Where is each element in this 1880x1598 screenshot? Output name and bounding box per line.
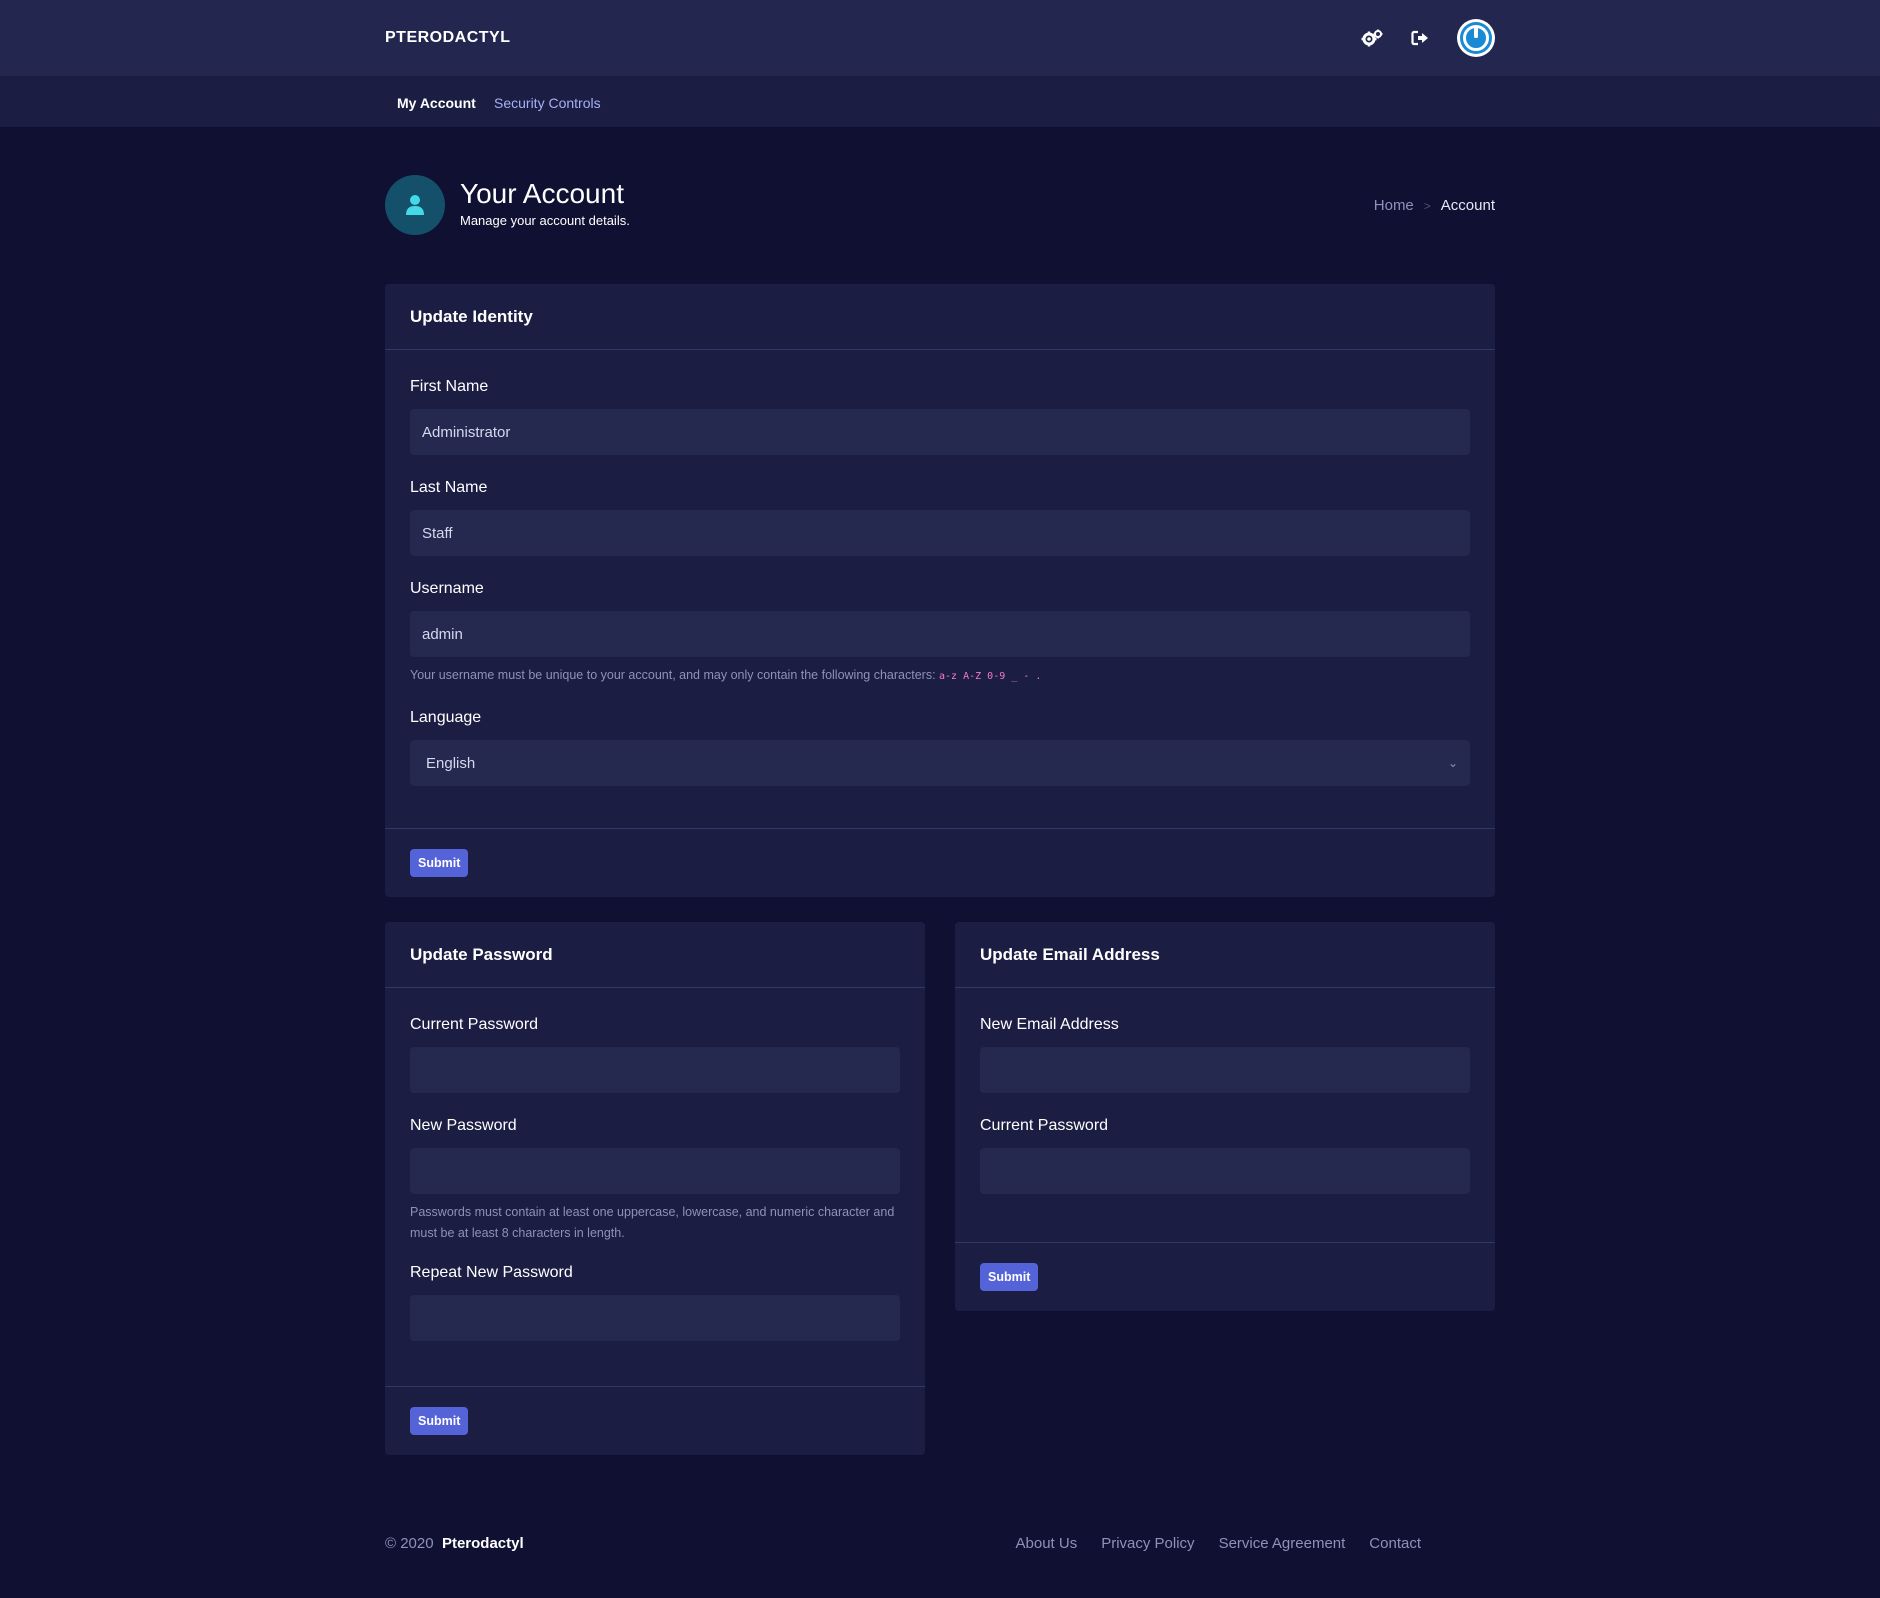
footer-copyright: © 2020 Pterodactyl [385,1535,524,1552]
first-name-input[interactable]: Administrator [410,409,1470,455]
identity-submit-button[interactable]: Submit [410,849,469,877]
last-name-label: Last Name [410,479,488,496]
user-icon [385,175,445,235]
update-email-card: Update Email Address New Email Address C… [955,922,1495,1311]
breadcrumb-separator: > [1423,198,1431,213]
email-current-password-label: Current Password [980,1117,1109,1134]
card-title: Update Email Address [955,922,1495,988]
page-header: Your Account Manage your account details… [385,175,1495,235]
repeat-password-input[interactable] [410,1295,900,1341]
tab-my-account[interactable]: My Account [397,95,476,111]
username-help-text: Your username must be unique to your acc… [410,668,940,682]
update-password-card: Update Password Current Password New Pas… [385,922,925,1455]
card-title: Update Identity [385,284,1495,350]
sub-navbar [0,76,1880,127]
email-submit-button[interactable]: Submit [980,1263,1039,1291]
password-submit-button[interactable]: Submit [410,1407,469,1435]
card-title: Update Password [385,922,925,988]
gears-icon[interactable] [1361,29,1383,47]
page-subtitle: Manage your account details. [460,213,630,228]
language-selected-value: English [426,754,476,772]
brand-logo[interactable]: PTERODACTYL [385,29,511,47]
top-navbar [0,0,1880,76]
first-name-label: First Name [410,378,489,395]
footer-link-service-agreement[interactable]: Service Agreement [1219,1535,1346,1552]
repeat-password-label: Repeat New Password [410,1264,573,1281]
power-icon[interactable] [1457,19,1495,57]
new-password-help: Passwords must contain at least one uppe… [410,1205,895,1240]
last-name-input[interactable]: Staff [410,510,1470,556]
page-title: Your Account [460,178,624,209]
username-input[interactable]: admin [410,611,1470,657]
copyright-text: © 2020 [385,1535,434,1552]
top-icons [1361,18,1495,58]
breadcrumb-current: Account [1440,197,1495,214]
chevron-down-icon: ⌄ [1447,756,1458,770]
current-password-input[interactable] [410,1047,900,1093]
footer-link-about[interactable]: About Us [1016,1535,1078,1552]
username-help: Your username must be unique to your acc… [410,665,1470,687]
new-email-input[interactable] [980,1047,1470,1093]
footer-link-privacy[interactable]: Privacy Policy [1101,1535,1194,1552]
current-password-label: Current Password [410,1016,539,1033]
new-password-label: New Password [410,1117,517,1134]
new-password-input[interactable] [410,1148,900,1194]
footer-brand[interactable]: Pterodactyl [442,1535,524,1552]
language-select[interactable]: English ⌄ [410,740,1470,786]
username-label: Username [410,580,484,597]
footer-links: About Us Privacy Policy Service Agreemen… [992,1535,1422,1552]
tab-security-controls[interactable]: Security Controls [494,95,601,111]
new-email-label: New Email Address [980,1016,1119,1033]
email-current-password-input[interactable] [980,1148,1470,1194]
breadcrumb-home[interactable]: Home [1374,197,1414,214]
update-identity-card: Update Identity First Name Administrator… [385,284,1495,897]
breadcrumb: Home > Account [1374,197,1495,214]
username-allowed-chars: a-z A-Z 0-9 _ - . [939,671,1042,682]
sign-out-icon[interactable] [1411,30,1429,46]
footer-link-contact[interactable]: Contact [1369,1535,1421,1552]
language-label: Language [410,709,482,726]
